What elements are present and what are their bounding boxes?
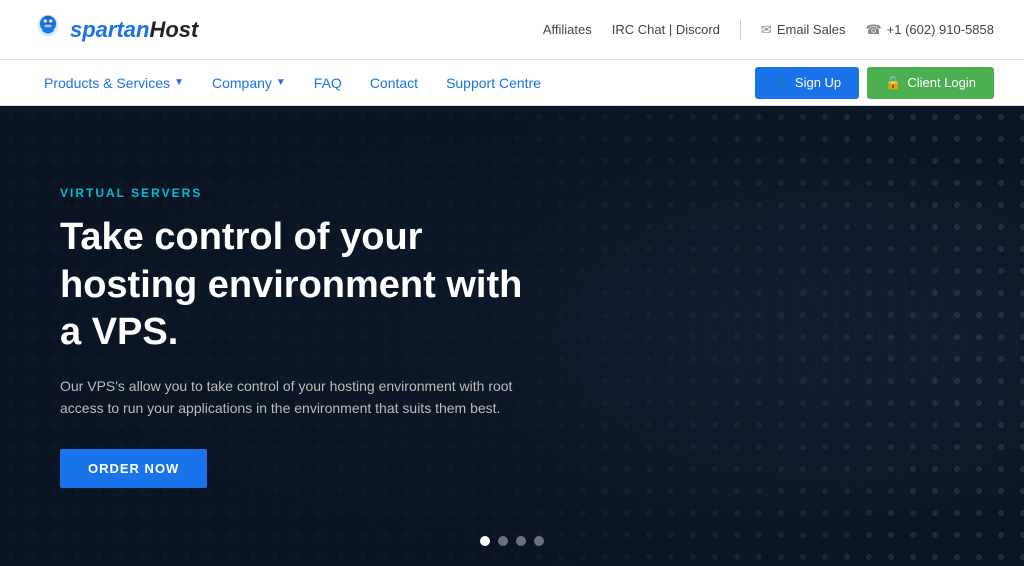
hero-description: Our VPS's allow you to take control of y…	[60, 375, 540, 420]
nav-buttons: 👤 Sign Up 🔒 Client Login	[755, 67, 994, 99]
phone-icon: ☎	[865, 22, 881, 38]
nav-contact[interactable]: Contact	[356, 60, 432, 106]
affiliates-link[interactable]: Affiliates	[543, 22, 592, 37]
email-link[interactable]: Email Sales	[777, 22, 846, 37]
carousel-dot-3[interactable]	[516, 536, 526, 546]
top-bar: spartanHost Affiliates IRC Chat | Discor…	[0, 0, 1024, 60]
email-link-wrapper: ✉ Email Sales	[761, 22, 846, 38]
carousel-dot-2[interactable]	[498, 536, 508, 546]
phone-link[interactable]: +1 (602) 910-5858	[887, 22, 994, 37]
user-icon: 👤	[773, 75, 789, 91]
logo-text: spartanHost	[70, 17, 198, 43]
send-icon: ✉	[761, 22, 772, 38]
nav-faq[interactable]: FAQ	[300, 60, 356, 106]
order-now-button[interactable]: ORDER NOW	[60, 449, 207, 488]
top-links: Affiliates IRC Chat | Discord ✉ Email Sa…	[543, 20, 994, 40]
phone-link-wrapper: ☎ +1 (602) 910-5858	[865, 22, 994, 38]
nav-links: Products & Services ▼ Company ▼ FAQ Cont…	[30, 60, 555, 106]
chevron-down-icon: ▼	[174, 60, 184, 106]
login-button[interactable]: 🔒 Client Login	[867, 67, 994, 99]
carousel-dot-1[interactable]	[480, 536, 490, 546]
hero-category: VIRTUAL SERVERS	[60, 186, 540, 200]
logo: spartanHost	[30, 12, 198, 48]
carousel-dot-4[interactable]	[534, 536, 544, 546]
hero-title: Take control of your hosting environment…	[60, 214, 540, 357]
hero-content: VIRTUAL SERVERS Take control of your hos…	[0, 106, 600, 566]
divider	[740, 20, 741, 40]
irc-link[interactable]: IRC Chat | Discord	[612, 22, 720, 37]
nav-support[interactable]: Support Centre	[432, 60, 555, 106]
chevron-down-icon: ▼	[276, 60, 286, 106]
hero-section: VIRTUAL SERVERS Take control of your hos…	[0, 106, 1024, 566]
nav-bar: Products & Services ▼ Company ▼ FAQ Cont…	[0, 60, 1024, 106]
nav-products[interactable]: Products & Services ▼	[30, 60, 198, 106]
logo-icon	[30, 12, 66, 48]
lock-icon: 🔒	[885, 75, 901, 91]
signup-button[interactable]: 👤 Sign Up	[755, 67, 859, 99]
carousel-indicators	[480, 536, 544, 546]
nav-company[interactable]: Company ▼	[198, 60, 300, 106]
